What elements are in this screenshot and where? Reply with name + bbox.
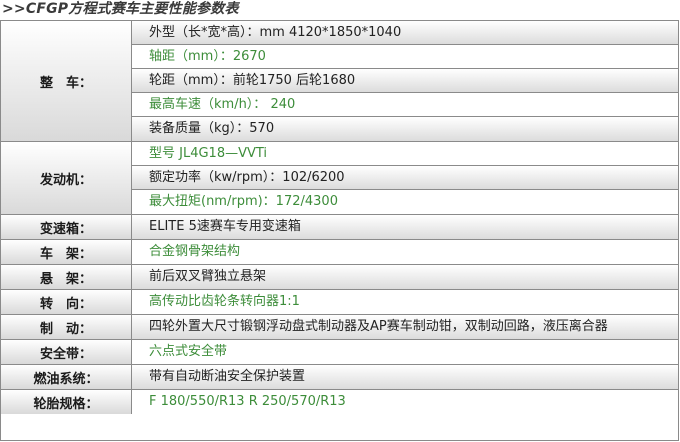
spec-group-fuel-system: 燃油系统： 带有自动断油安全保护装置 (1, 365, 678, 391)
spec-value: ELITE 5速赛车专用变速箱 (132, 215, 678, 240)
spec-value: 装备质量（kg）：570 (132, 116, 678, 142)
spec-group-vehicle: 整 车： 外型（长*宽*高）：mm 4120*1850*1040 轴距（mm）：… (1, 21, 678, 143)
spec-value: 前后双叉臂独立悬架 (132, 265, 678, 290)
group-values: 带有自动断油安全保护装置 (132, 365, 678, 390)
spec-group-frame: 车 架： 合金钢骨架结构 (1, 240, 678, 266)
group-label: 转 向： (1, 290, 132, 315)
group-label: 轮胎规格： (1, 390, 132, 415)
group-values: 六点式安全带 (132, 340, 678, 365)
spec-value: 高传动比齿轮条转向器1:1 (132, 290, 678, 315)
group-label: 车 架： (1, 240, 132, 265)
spec-table: 整 车： 外型（长*宽*高）：mm 4120*1850*1040 轴距（mm）：… (0, 20, 679, 441)
group-label: 燃油系统： (1, 365, 132, 390)
group-label: 变速箱： (1, 215, 132, 240)
spec-value: 带有自动断油安全保护装置 (132, 365, 678, 390)
group-values: 高传动比齿轮条转向器1:1 (132, 290, 678, 315)
group-values: 合金钢骨架结构 (132, 240, 678, 265)
group-values: 外型（长*宽*高）：mm 4120*1850*1040 轴距（mm）：2670 … (132, 21, 678, 142)
spec-value: 合金钢骨架结构 (132, 240, 678, 265)
group-values: 四轮外置大尺寸锻钢浮动盘式制动器及AP赛车制动钳，双制动回路，液压离合器 (132, 315, 678, 340)
spec-group-steering: 转 向： 高传动比齿轮条转向器1:1 (1, 290, 678, 316)
spec-group-gearbox: 变速箱： ELITE 5速赛车专用变速箱 (1, 215, 678, 241)
group-values: 前后双叉臂独立悬架 (132, 265, 678, 290)
spec-group-suspension: 悬 架： 前后双叉臂独立悬架 (1, 265, 678, 291)
spec-value: F 180/550/R13 R 250/570/R13 (132, 390, 678, 415)
spec-value: 外型（长*宽*高）：mm 4120*1850*1040 (132, 21, 678, 46)
group-label: 悬 架： (1, 265, 132, 290)
spec-group-tires: 轮胎规格： F 180/550/R13 R 250/570/R13 (1, 390, 678, 415)
group-label: 整 车： (1, 21, 132, 142)
group-label: 安全带： (1, 340, 132, 365)
spec-value: 额定功率（kw/rpm）：102/6200 (132, 166, 678, 191)
spec-value: 最高车速（km/h）： 240 (132, 93, 678, 117)
spec-value: 轮距（mm）：前轮1750 后轮1680 (132, 68, 678, 94)
spec-value: 轴距（mm）：2670 (132, 45, 678, 69)
group-label: 发动机： (1, 142, 132, 215)
page-title: >>CFGP方程式赛车主要性能参数表 (2, 1, 239, 17)
spec-group-brakes: 制 动： 四轮外置大尺寸锻钢浮动盘式制动器及AP赛车制动钳，双制动回路，液压离合… (1, 315, 678, 341)
spec-value: 四轮外置大尺寸锻钢浮动盘式制动器及AP赛车制动钳，双制动回路，液压离合器 (132, 315, 678, 340)
spec-value: 六点式安全带 (132, 340, 678, 365)
spec-value: 型号 JL4G18—VVTi (132, 142, 678, 167)
group-values: F 180/550/R13 R 250/570/R13 (132, 390, 678, 415)
group-values: ELITE 5速赛车专用变速箱 (132, 215, 678, 240)
spec-group-engine: 发动机： 型号 JL4G18—VVTi 额定功率（kw/rpm）：102/620… (1, 142, 678, 216)
group-label: 制 动： (1, 315, 132, 340)
group-values: 型号 JL4G18—VVTi 额定功率（kw/rpm）：102/6200 最大扭… (132, 142, 678, 215)
spec-value: 最大扭矩(nm/rpm)：172/4300 (132, 190, 678, 215)
spec-group-seatbelt: 安全带： 六点式安全带 (1, 340, 678, 366)
